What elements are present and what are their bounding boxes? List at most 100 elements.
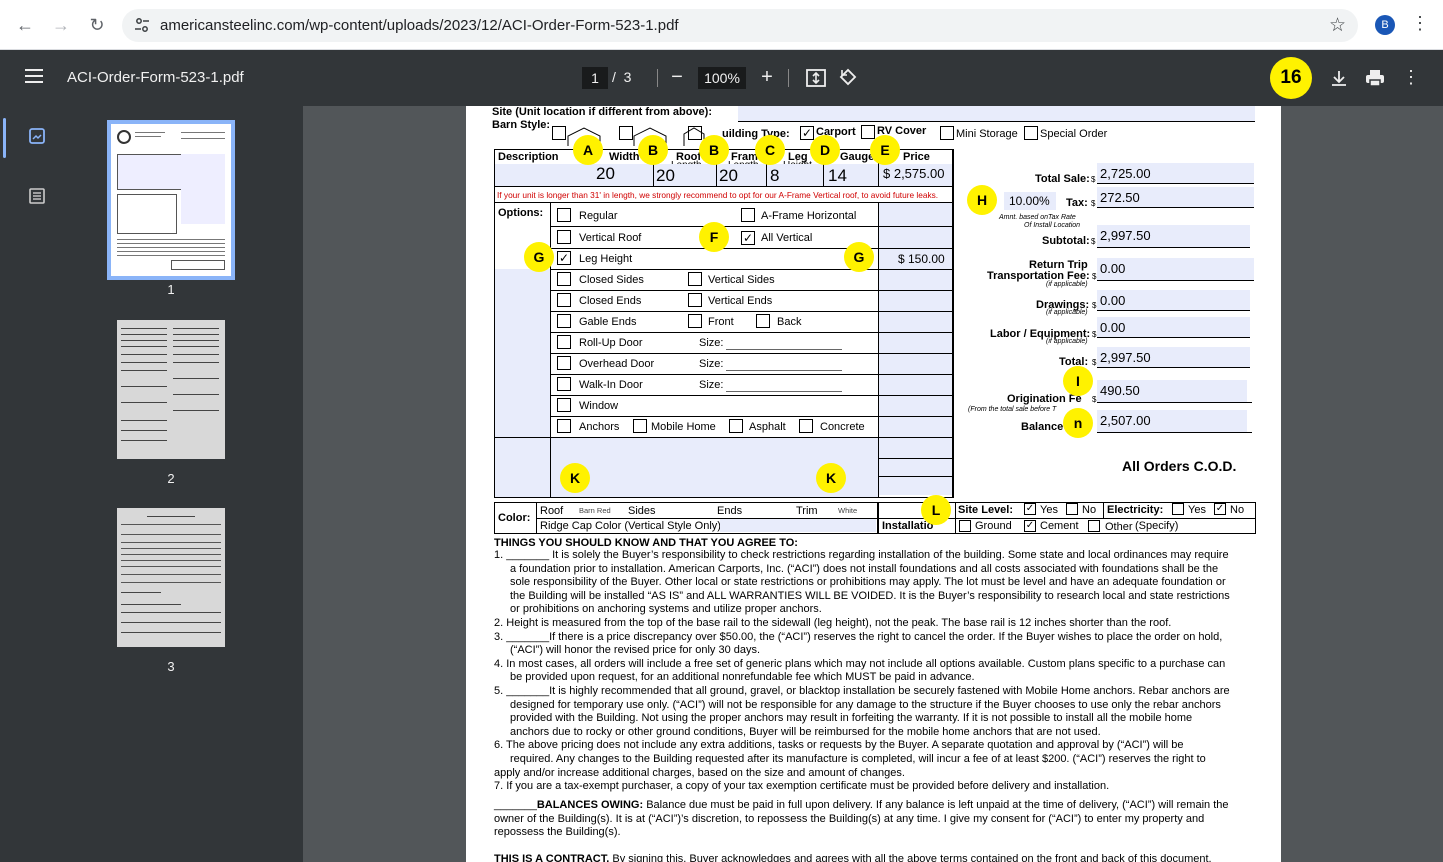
bookmark-star-icon[interactable]: ☆ [1329,14,1346,37]
closed-ends-checkbox[interactable] [557,293,571,307]
zoom-out-icon[interactable]: − [664,64,690,90]
profile-avatar[interactable]: B [1375,15,1395,35]
concrete-checkbox[interactable] [799,419,813,433]
page-count: / 3 [612,69,632,85]
carport-checkbox[interactable]: ✓ [800,126,814,140]
cod-notice: All Orders C.O.D. [1122,458,1237,474]
dollar-sign: $ [1092,301,1097,310]
zoom-in-icon[interactable]: + [754,64,780,90]
vertical-ends-checkbox[interactable] [688,293,702,307]
page-number-input[interactable]: 1 [582,67,608,89]
site-level-yes-checkbox[interactable]: ✓ [1024,503,1036,515]
site-level-label: Site Level: [958,504,1014,516]
other-checkbox[interactable] [1088,520,1100,532]
page-thumbnail-3[interactable] [117,508,225,647]
download-icon[interactable] [1330,69,1348,87]
specify-label: (Specify) [1135,520,1179,532]
description-field[interactable] [495,164,653,186]
reload-icon[interactable]: ↻ [84,12,110,38]
barn-style-checkbox[interactable] [552,126,566,140]
outline-icon[interactable] [27,186,47,206]
anchors-checkbox[interactable] [557,419,571,433]
marker-b: B [638,135,668,165]
term-7: 7. If you are a tax-exempt purchaser, a … [494,780,1110,793]
cement-checkbox[interactable]: ✓ [1024,520,1036,532]
options-price-column[interactable] [879,203,952,495]
sides-color-label: Sides [628,505,656,517]
site-level-no-checkbox[interactable] [1066,503,1078,515]
electricity-yes-label: Yes [1188,504,1206,516]
special-order-checkbox[interactable] [1024,126,1038,140]
page-thumbnail-2[interactable] [117,320,225,459]
extra-options-field[interactable] [495,438,550,497]
zoom-level-input[interactable]: 100% [698,67,746,89]
options-left-column[interactable] [495,269,550,437]
barn-style-label: Barn Style: [492,119,551,131]
rv-cover-checkbox[interactable] [861,125,875,139]
all-vertical-checkbox[interactable]: ✓ [741,231,755,245]
all-vertical-label: All Vertical [761,232,813,244]
total-sale-value: 2,725.00 [1100,166,1151,181]
leg-height-checkbox[interactable]: ✓ [557,251,571,265]
ground-checkbox[interactable] [959,520,971,532]
pdf-filename: ACI-Order-Form-523-1.pdf [67,69,244,86]
mini-storage-label: Mini Storage [956,128,1018,140]
drawings-value: 0.00 [1100,293,1126,308]
overhead-door-label: Overhead Door [579,358,655,370]
fit-to-page-icon[interactable] [806,69,826,87]
rollup-door-checkbox[interactable] [557,335,571,349]
more-options-icon[interactable]: ⋮ [1398,64,1424,90]
front-checkbox[interactable] [688,314,702,328]
ends-color-label: Ends [717,505,743,517]
dollar-sign: $ [1092,330,1097,339]
marker-b: B [699,135,729,165]
term-1-line: a foundation prior to installation. Amer… [510,562,1219,575]
rotate-icon[interactable] [838,67,858,87]
header-width: Width [609,151,640,163]
browser-menu-icon[interactable]: ⋮ [1410,13,1430,34]
menu-icon[interactable] [25,69,43,83]
page-thumbnail-label: 1 [167,282,175,297]
address-bar[interactable]: americansteelinc.com/wp-content/uploads/… [122,9,1358,42]
term-5-line: anchors due to rocky or other ground con… [510,725,1101,738]
thumbnails-icon[interactable] [27,126,47,146]
site-settings-icon[interactable] [134,17,150,33]
vertical-roof-checkbox[interactable] [557,230,571,244]
electricity-label: Electricity: [1107,504,1164,516]
overhead-door-checkbox[interactable] [557,356,571,370]
ridge-cap-field[interactable] [720,519,876,532]
back-checkbox[interactable] [756,314,770,328]
page-thumbnail-1[interactable] [107,120,235,280]
walkin-door-label: Walk-In Door [579,379,643,391]
a-frame-horizontal-checkbox[interactable] [741,208,755,222]
print-icon[interactable] [1365,68,1385,88]
walkin-door-checkbox[interactable] [557,377,571,391]
origination-fee-value: 490.50 [1100,383,1140,398]
window-checkbox[interactable] [557,398,571,412]
mini-storage-checkbox[interactable] [940,126,954,140]
electricity-yes-checkbox[interactable] [1172,503,1184,515]
marker-e: E [870,135,900,165]
marker-c: C [755,135,785,165]
back-arrow-icon[interactable]: ← [12,12,38,38]
regular-checkbox[interactable] [557,208,571,222]
term-3: 3. _______If there is a price discrepanc… [494,630,1223,643]
base-price-value: $ 2,575.00 [883,166,945,181]
term-1: 1. _______ It is solely the Buyer’s resp… [494,549,1229,561]
vertical-sides-checkbox[interactable] [688,272,702,286]
closed-sides-checkbox[interactable] [557,272,571,286]
gable-ends-checkbox[interactable] [557,314,571,328]
back-label: Back [777,316,802,328]
closed-ends-label: Closed Ends [579,295,642,307]
url-text[interactable]: americansteelinc.com/wp-content/uploads/… [160,17,679,34]
header-description: Description [498,151,559,163]
forward-arrow-icon[interactable]: → [48,12,74,38]
tax-value: 272.50 [1100,190,1140,205]
mobile-home-checkbox[interactable] [633,419,647,433]
transportation-fee-value: 0.00 [1100,261,1126,276]
marker-k: K [560,463,590,493]
asphalt-checkbox[interactable] [729,419,743,433]
site-field[interactable] [738,106,1255,121]
electricity-no-checkbox[interactable]: ✓ [1214,503,1226,515]
marker-f: F [699,222,729,252]
